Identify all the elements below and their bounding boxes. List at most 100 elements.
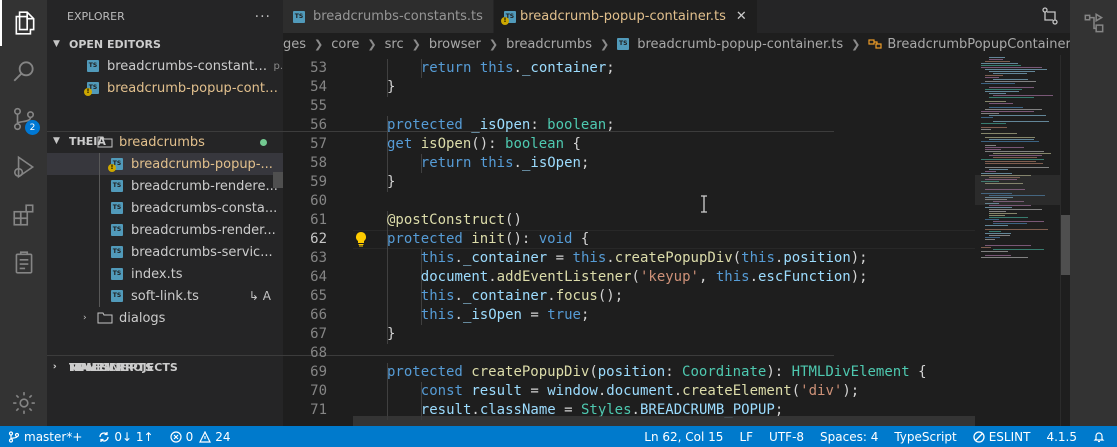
code-line[interactable]: 60 [283,192,1070,211]
sidebar-scrollbar[interactable] [273,172,283,188]
problems-status[interactable]: 0 24 [162,426,239,447]
code-editor[interactable]: 53 return this._container; 54} 55 56 protecte… [283,55,1070,426]
breadcrumb-item[interactable]: ges [283,37,306,52]
file-item[interactable]: TS! breadcrumb-popup-... [47,153,283,175]
code-token: = [521,383,548,399]
open-editors-header[interactable]: ▼ OPEN EDITORS [47,33,283,55]
minimap-line [985,239,995,240]
minimap-line [981,173,1012,174]
code-line[interactable]: 64 document.addEventListener('keyup', thi… [283,268,1070,287]
code-token: this [572,250,607,266]
breadcrumb-item[interactable]: src [385,37,404,52]
code-token: . [488,269,497,285]
language-status[interactable]: TypeScript [886,426,964,447]
minimap-viewport[interactable] [975,175,1060,205]
minimap-line [985,101,1006,102]
files-icon [15,11,34,35]
code-token: } [387,174,396,190]
breadcrumb-item[interactable]: breadcrumbs [506,37,592,52]
file-item[interactable]: TS breadcrumb-rendere... [47,175,283,197]
code-line[interactable]: 59} [283,173,1070,192]
minimap[interactable] [975,55,1060,426]
branch-status[interactable]: master*+ [0,426,90,447]
outline-activity[interactable] [1070,0,1117,46]
indentation-status[interactable]: Spaces: 4 [812,426,886,447]
code-line[interactable]: 57 get isOpen(): boolean { [283,135,1070,154]
minimap-line [981,113,999,114]
code-token: _container [462,250,548,266]
search-activity[interactable] [0,48,47,94]
code-line[interactable]: 55 [283,97,1070,116]
tab-breadcrumbs-constants[interactable]: TS breadcrumbs-constants.ts [283,0,494,33]
minimap-line [993,95,1053,96]
file-item[interactable]: TS breadcrumbs-render... [47,219,283,241]
more-actions-icon[interactable]: ··· [255,9,271,25]
code-line[interactable]: 62 protected init(): void { [283,230,1070,249]
code-line[interactable]: 65 this._container.focus(); [283,287,1070,306]
code-line[interactable]: 69 protected createPopupDiv(position: Coo… [283,363,1070,382]
lightbulb-icon[interactable] [354,231,368,247]
notifications-status[interactable] [1085,426,1117,447]
chevron-right-icon: ❯ [488,37,499,51]
chevron-down-icon: ▼ [53,39,60,49]
minimap-line [989,231,1001,232]
code-line[interactable]: 53 return this._container; [283,59,1070,78]
code-token: boolean [547,117,607,133]
file-item[interactable]: TS soft-link.ts ↳ A [47,285,283,307]
code-token: this [479,155,514,171]
minimap-line [989,57,1005,58]
open-editor-item[interactable]: TS! breadcrumb-popup-container.ts [47,77,283,99]
sync-status[interactable]: 0↓ 1↑ [90,426,161,447]
open-changes-icon[interactable] [1040,6,1060,26]
minimap-line [981,117,993,118]
typescript-file-icon: TS! [108,158,123,172]
folder-dialogs[interactable]: › dialogs [47,307,283,329]
tab-breadcrumb-popup-container[interactable]: TS! breadcrumb-popup-container.ts ✕ [493,0,758,33]
vertical-scrollbar[interactable] [1060,55,1071,426]
run-debug-activity[interactable] [0,144,47,190]
code-token: { [564,136,581,152]
file-item[interactable]: TS breadcrumbs-consta... [47,197,283,219]
manage-activity[interactable] [0,380,47,426]
source-control-activity[interactable]: 2 [0,96,47,142]
breadcrumb-file[interactable]: TS breadcrumb-popup-container.ts [617,37,843,52]
code-line[interactable]: 68 [283,344,1070,363]
file-item[interactable]: TS index.ts [47,263,283,285]
code-token: ; [580,307,590,323]
line-number: 63 [310,250,327,266]
eslint-status[interactable]: ESLINT [965,426,1039,447]
minimap-line [993,79,1028,80]
encoding-status[interactable]: UTF-8 [761,426,812,447]
code-line[interactable]: 54} [283,78,1070,97]
code-line[interactable]: 70 const result = window.document.createE… [283,382,1070,401]
code-line[interactable]: 61 @postConstruct() [283,211,1070,230]
test-activity[interactable] [0,240,47,286]
code-line[interactable]: 67} [283,325,1070,344]
cursor-position[interactable]: Ln 62, Col 15 [636,426,731,447]
explorer-activity[interactable] [0,0,47,46]
close-tab-icon[interactable]: ✕ [736,9,747,24]
breadcrumb-item[interactable]: core [331,37,359,52]
folder-icon [97,312,113,324]
breadcrumb-class[interactable]: BreadcrumbPopupContainer [868,37,1070,52]
eol-status[interactable]: LF [731,426,761,447]
file-item[interactable]: TS breadcrumbs-servic... [47,241,283,263]
extensions-activity[interactable] [0,192,47,238]
code-line[interactable]: 66 this._isOpen = true; [283,306,1070,325]
breadcrumb-item[interactable]: browser [429,37,481,52]
code-token: . [454,250,463,266]
horizontal-scrollbar[interactable] [353,416,975,426]
minimap-line [981,141,1039,142]
error-icon [169,430,182,443]
code-line[interactable]: 63 this._container = this.createPopupDiv(… [283,249,1070,268]
chevron-right-icon: ❯ [314,37,324,51]
code-token: protected [387,364,472,380]
minimap-line [981,63,1018,64]
code-line[interactable]: 56 protected _isOpen: boolean; [283,116,1070,135]
code-line[interactable]: 58 return this._isOpen; [283,154,1070,173]
code-token: { [909,364,927,380]
folder-breadcrumbs[interactable]: ⌵ breadcrumbs [47,131,283,153]
version-status[interactable]: 4.1.5 [1038,426,1085,447]
open-editor-item[interactable]: TS breadcrumbs-constants.ts p. [47,55,283,77]
minimap-line [985,171,996,172]
